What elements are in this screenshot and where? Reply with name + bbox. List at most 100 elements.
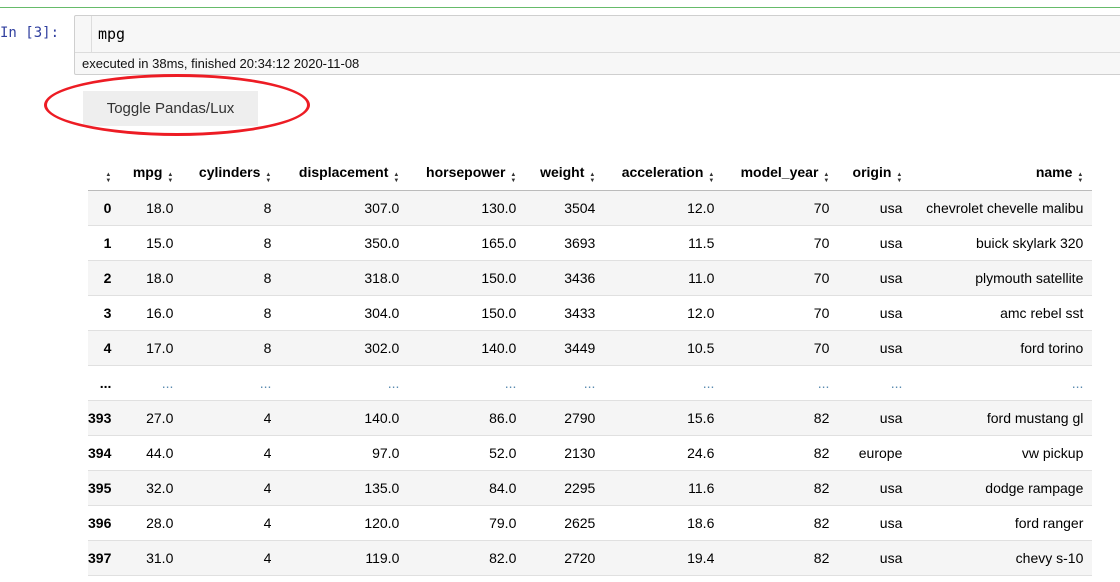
- cell-origin: usa: [838, 260, 912, 296]
- table-row: 393 27.0 4 140.0 86.0 2790 15.6 82 usa ford musta…: [88, 400, 1093, 436]
- dataframe-table: ▲ ▼ mpg ▲ ▼ cylinders ▲ ▼ displacement ▲ ▼ horsepow…: [88, 158, 1093, 576]
- cell-acceleration: 19.4: [604, 540, 724, 576]
- cell-name: plymouth satellite: [911, 260, 1093, 296]
- cell-model_year: ...: [723, 365, 839, 401]
- sort-icon[interactable]: ▲ ▼: [708, 172, 714, 184]
- cell-mpg: 44.0: [120, 435, 183, 471]
- column-header-name[interactable]: name ▲ ▼: [911, 158, 1093, 191]
- row-index: 395: [88, 470, 121, 506]
- column-header-acceleration[interactable]: acceleration ▲ ▼: [604, 158, 724, 191]
- cell-displacement: 140.0: [280, 400, 409, 436]
- toggle-pandas-lux-button[interactable]: Toggle Pandas/Lux: [83, 91, 258, 126]
- cell-origin: usa: [838, 330, 912, 366]
- row-index: 397: [88, 540, 121, 576]
- cell-horsepower: 150.0: [408, 260, 526, 296]
- cell-origin: ...: [838, 365, 912, 401]
- sort-icon[interactable]: ▲ ▼: [393, 172, 399, 184]
- cell-model_year: 70: [723, 295, 839, 331]
- column-header-label: origin: [852, 164, 892, 180]
- column-header-cylinders[interactable]: cylinders ▲ ▼: [182, 158, 281, 191]
- cell-displacement: 97.0: [280, 435, 409, 471]
- sort-icon[interactable]: ▲ ▼: [510, 172, 516, 184]
- cell-name: buick skylark 320: [911, 225, 1093, 261]
- table-row: 395 32.0 4 135.0 84.0 2295 11.6 82 usa dodge ramp…: [88, 470, 1093, 506]
- cell-cylinders: 8: [182, 330, 281, 366]
- cell-cylinders: 8: [182, 190, 281, 226]
- cell-name: ford ranger: [911, 505, 1093, 541]
- column-header-mpg[interactable]: mpg ▲ ▼: [120, 158, 183, 191]
- cell-cylinders: 8: [182, 295, 281, 331]
- cell-displacement: 318.0: [280, 260, 409, 296]
- cell-displacement: 119.0: [280, 540, 409, 576]
- cell-mpg: 31.0: [120, 540, 183, 576]
- column-header-label: horsepower: [426, 164, 506, 180]
- column-header-horsepower[interactable]: horsepower ▲ ▼: [408, 158, 526, 191]
- row-index: 2: [88, 260, 121, 296]
- cell-cylinders: 8: [182, 260, 281, 296]
- cell-name: ford torino: [911, 330, 1093, 366]
- cell-acceleration: 11.0: [604, 260, 724, 296]
- cell-horsepower: 52.0: [408, 435, 526, 471]
- cell-acceleration: 11.5: [604, 225, 724, 261]
- cell-mpg: 15.0: [120, 225, 183, 261]
- sort-icon[interactable]: ▲ ▼: [823, 172, 829, 184]
- table-row: 0 18.0 8 307.0 130.0 3504 12.0 70 usa chevrolet c…: [88, 190, 1093, 226]
- table-row: 4 17.0 8 302.0 140.0 3449 10.5 70 usa ford torino: [88, 330, 1093, 366]
- cell-cylinders: 4: [182, 470, 281, 506]
- cell-displacement: 304.0: [280, 295, 409, 331]
- column-header-displacement[interactable]: displacement ▲ ▼: [280, 158, 409, 191]
- cell-origin: usa: [838, 225, 912, 261]
- cell-mpg: 28.0: [120, 505, 183, 541]
- code-editor[interactable]: mpg: [75, 16, 1120, 53]
- cell-cylinders: ...: [182, 365, 281, 401]
- cell-name: dodge rampage: [911, 470, 1093, 506]
- cell-origin: europe: [838, 435, 912, 471]
- row-index: 3: [88, 295, 121, 331]
- cell-weight: 3693: [525, 225, 605, 261]
- ellipsis-row: ..............................: [88, 365, 1093, 401]
- cell-horsepower: ...: [408, 365, 526, 401]
- table-row: 3 16.0 8 304.0 150.0 3433 12.0 70 usa amc rebel s…: [88, 295, 1093, 331]
- cell-weight: 3436: [525, 260, 605, 296]
- column-header-origin[interactable]: origin ▲ ▼: [838, 158, 912, 191]
- code-cell[interactable]: mpg executed in 38ms, finished 20:34:12 …: [74, 15, 1120, 75]
- execution-time: executed in 38ms, finished 20:34:12 2020…: [82, 56, 360, 71]
- cell-weight: 2790: [525, 400, 605, 436]
- code-text[interactable]: mpg: [98, 25, 125, 43]
- sort-icon[interactable]: ▲ ▼: [265, 172, 271, 184]
- cell-origin: usa: [838, 470, 912, 506]
- column-header-model_year[interactable]: model_year ▲ ▼: [723, 158, 839, 191]
- column-header-label: mpg: [132, 164, 163, 180]
- table-row: 394 44.0 4 97.0 52.0 2130 24.6 82 europe vw picku…: [88, 435, 1093, 471]
- table-row: 2 18.0 8 318.0 150.0 3436 11.0 70 usa plymouth sa…: [88, 260, 1093, 296]
- column-header-label: displacement: [298, 164, 389, 180]
- cell-mpg: 18.0: [120, 260, 183, 296]
- cell-name: amc rebel sst: [911, 295, 1093, 331]
- sort-icon[interactable]: ▲ ▼: [589, 172, 595, 184]
- cell-model_year: 70: [723, 330, 839, 366]
- cell-mpg: 27.0: [120, 400, 183, 436]
- column-header-weight[interactable]: weight ▲ ▼: [525, 158, 605, 191]
- cell-horsepower: 82.0: [408, 540, 526, 576]
- cell-weight: 2295: [525, 470, 605, 506]
- row-index: ...: [88, 365, 121, 401]
- cell-displacement: ...: [280, 365, 409, 401]
- cell-weight: 2625: [525, 505, 605, 541]
- sort-icon[interactable]: ▲ ▼: [1077, 172, 1083, 184]
- cell-weight: 3449: [525, 330, 605, 366]
- editor-gutter: [75, 16, 92, 52]
- cell-name: chevrolet chevelle malibu: [911, 190, 1093, 226]
- sort-icon[interactable]: ▲ ▼: [167, 172, 173, 184]
- cell-mpg: 32.0: [120, 470, 183, 506]
- cell-origin: usa: [838, 295, 912, 331]
- cell-acceleration: 15.6: [604, 400, 724, 436]
- cell-model_year: 70: [723, 190, 839, 226]
- sort-icon[interactable]: ▲ ▼: [896, 172, 902, 184]
- row-index: 393: [88, 400, 121, 436]
- column-header-index[interactable]: ▲ ▼: [88, 158, 121, 191]
- cell-name: ...: [911, 365, 1093, 401]
- input-prompt: In [3]:: [0, 25, 60, 41]
- sort-icon[interactable]: ▲ ▼: [105, 172, 111, 184]
- row-index: 394: [88, 435, 121, 471]
- cell-horsepower: 150.0: [408, 295, 526, 331]
